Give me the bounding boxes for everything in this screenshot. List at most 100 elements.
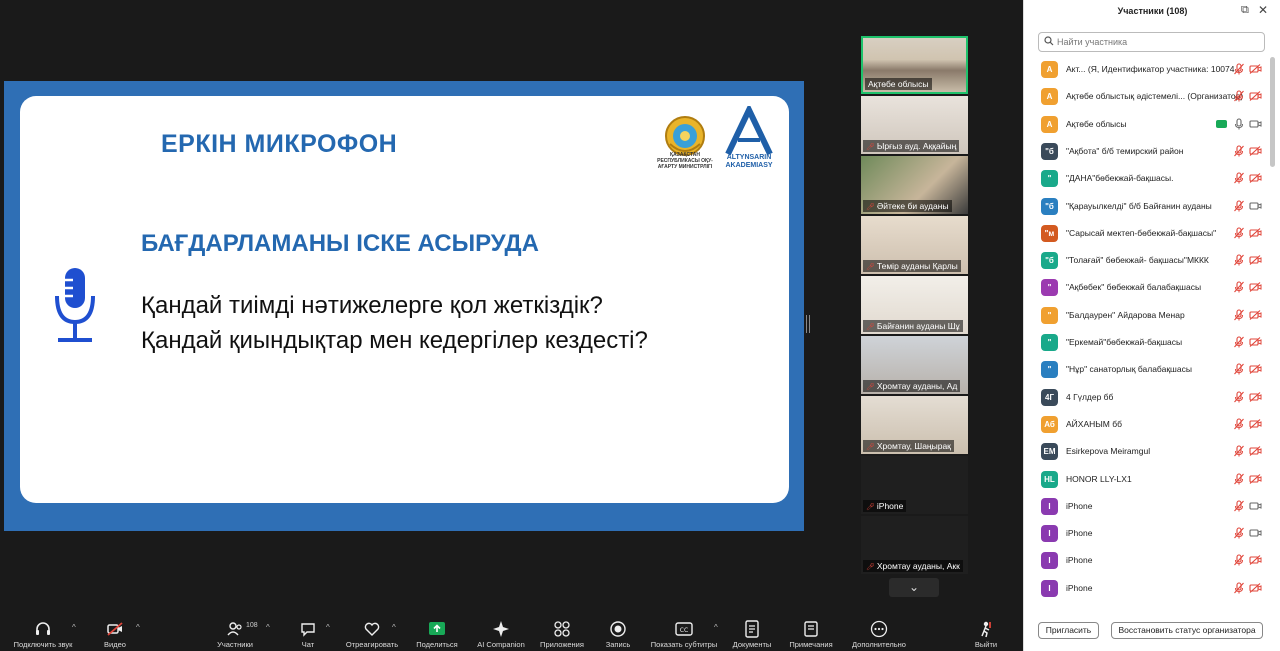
participant-row[interactable]: 4Г 4 Гүлдер бб (1024, 385, 1270, 412)
participant-row[interactable]: " "Нұр" санаторлық балабақшасы (1024, 357, 1270, 384)
participant-row[interactable]: IiPhone (1024, 494, 1270, 521)
camera-off-icon[interactable] (1249, 227, 1262, 238)
mic-muted-icon[interactable] (1233, 199, 1245, 212)
react-options-caret-icon[interactable]: ^ (392, 623, 396, 632)
close-icon[interactable]: ✕ (1258, 3, 1268, 17)
camera-off-icon[interactable] (1249, 173, 1262, 184)
participant-row[interactable]: А Акт... (Я, Идентификатор участника: 100… (1024, 57, 1270, 84)
participant-row[interactable]: IiPhone (1024, 521, 1270, 548)
camera-off-icon[interactable] (1249, 64, 1262, 74)
camera-off-icon[interactable] (1249, 282, 1262, 293)
more-button[interactable]: Дополнительно (846, 611, 912, 651)
video-tile-label: Ақтөбе облысы (868, 79, 929, 89)
record-button[interactable]: Запись (596, 611, 640, 651)
participant-row[interactable]: "б "Толағай" бөбекжай- бақшасы"МККК (1024, 248, 1270, 275)
participant-row[interactable]: "б "Ақбота" б/б темирский район (1024, 139, 1270, 166)
camera-off-icon[interactable] (1249, 337, 1262, 347)
mic-muted-icon[interactable] (1233, 445, 1245, 457)
audio-options-caret-icon[interactable]: ^ (72, 623, 76, 632)
participant-row[interactable]: " "Ақбөбек" бөбекжай балабақшасы (1024, 275, 1270, 302)
camera-off-icon[interactable] (1249, 446, 1262, 457)
react-button[interactable]: ^ Отреагировать (340, 611, 404, 651)
camera-off-icon[interactable] (1249, 391, 1262, 402)
chat-button[interactable]: ^ Чат (290, 611, 330, 651)
scroll-thumb[interactable] (1270, 57, 1275, 167)
mic-muted-icon[interactable] (1233, 363, 1245, 375)
mic-muted-icon[interactable] (1233, 554, 1245, 566)
mic-muted-icon[interactable] (1233, 527, 1245, 539)
video-tile[interactable]: Ақтөбе облысы (861, 36, 968, 94)
pop-out-icon[interactable]: ⧉ (1241, 4, 1249, 17)
camera-off-icon[interactable] (1249, 309, 1262, 320)
invite-button[interactable]: Пригласить (1038, 622, 1099, 639)
camera-off-icon[interactable] (1249, 473, 1262, 484)
strip-scroll-down-button[interactable]: ⌄ (889, 578, 939, 597)
video-tile[interactable]: 🎤︎ Әйтеке би ауданы (861, 156, 968, 214)
camera-icon[interactable] (1249, 501, 1262, 511)
video-tile[interactable]: 🎤︎ Байғанин ауданы Шұ (861, 276, 968, 334)
participant-row[interactable]: " "Балдаурен" Айдарова Менар (1024, 303, 1270, 330)
camera-icon[interactable] (1249, 528, 1262, 538)
notes-button[interactable]: Примечания (784, 611, 838, 651)
captions-button[interactable]: CC ^ Показать субтитры (646, 611, 722, 651)
chat-options-caret-icon[interactable]: ^ (326, 623, 330, 632)
mic-muted-icon[interactable] (1233, 500, 1245, 512)
mic-muted-icon[interactable] (1233, 472, 1245, 485)
apps-button[interactable]: Приложения (536, 611, 588, 651)
share-button[interactable]: Поделиться (412, 611, 462, 651)
camera-off-icon[interactable] (1249, 91, 1262, 102)
mic-muted-icon[interactable] (1233, 254, 1245, 266)
participants-button[interactable]: 108 ^ Участники (212, 611, 270, 651)
participant-row[interactable]: Аб АЙХАНЫМ бб (1024, 412, 1270, 439)
mic-muted-icon[interactable] (1233, 418, 1245, 430)
leave-button[interactable]: Выйти (966, 611, 1006, 651)
participant-list-scrollbar[interactable] (1270, 57, 1276, 607)
participant-row[interactable]: А Ақтөбе облысы (1024, 112, 1270, 139)
video-options-caret-icon[interactable]: ^ (136, 623, 140, 632)
participant-row[interactable]: "б "Қарауылкелді" б/б Байғанин ауданы (1024, 194, 1270, 221)
video-tile[interactable]: 🎤︎ Хромтау ауданы, Акк (861, 516, 968, 574)
video-label: Видео (104, 640, 126, 649)
mic-muted-icon[interactable] (1233, 172, 1245, 184)
restore-host-button[interactable]: Восстановить статус организатора (1111, 622, 1263, 639)
mic-muted-icon[interactable] (1233, 145, 1245, 157)
video-tile[interactable]: 🎤︎ Хромтау, Шаңырақ (861, 396, 968, 454)
video-tile[interactable]: 🎤︎ Темір ауданы Қарлы (861, 216, 968, 274)
ai-companion-button[interactable]: AI Companion (470, 611, 532, 651)
mic-muted-icon[interactable] (1233, 281, 1245, 293)
mic-muted-icon[interactable] (1233, 63, 1245, 75)
documents-button[interactable]: Документы (728, 611, 776, 651)
camera-off-icon[interactable] (1249, 555, 1262, 566)
mic-muted-icon[interactable] (1233, 227, 1245, 239)
camera-off-icon[interactable] (1249, 418, 1262, 429)
captions-options-caret-icon[interactable]: ^ (714, 623, 718, 632)
mic-muted-icon[interactable] (1233, 90, 1245, 102)
mic-muted-icon[interactable] (1233, 582, 1245, 594)
camera-icon[interactable] (1249, 119, 1262, 129)
participant-row[interactable]: ЕМ Esirkepova Meiramgul (1024, 439, 1270, 466)
video-tile[interactable]: 🎤︎ Хромтау ауданы, Ад (861, 336, 968, 394)
participant-row[interactable]: HL HONOR LLY-LX1 (1024, 467, 1270, 494)
participant-row[interactable]: " "Еркемай"бөбекжай-бақшасы (1024, 330, 1270, 357)
panel-resize-handle[interactable] (806, 315, 810, 333)
mic-icon[interactable] (1233, 118, 1245, 130)
participant-row[interactable]: IiPhone (1024, 576, 1270, 603)
mic-muted-icon[interactable] (1233, 391, 1245, 403)
mic-muted-icon[interactable] (1233, 336, 1245, 348)
camera-off-icon[interactable] (1249, 364, 1262, 375)
video-tile[interactable]: 🎤︎ iPhone (861, 456, 968, 514)
join-audio-button[interactable]: ^ Подключить звук (4, 611, 82, 651)
participant-row[interactable]: "м "Сарысай мектеп-бөбекжай-бақшасы" (1024, 221, 1270, 248)
camera-off-icon[interactable] (1249, 145, 1262, 156)
participant-row[interactable]: " "ДАНА"бөбекжай-бақшасы. (1024, 166, 1270, 193)
camera-icon[interactable] (1249, 201, 1262, 211)
camera-off-icon[interactable] (1249, 582, 1262, 593)
participant-row[interactable]: А Ақтөбе облыстық әдістемелі... (Организа… (1024, 84, 1270, 111)
camera-off-icon[interactable] (1249, 255, 1262, 266)
participant-row[interactable]: IiPhone (1024, 548, 1270, 575)
participants-options-caret-icon[interactable]: ^ (266, 623, 270, 632)
search-input[interactable]: Найти участника (1038, 32, 1265, 52)
video-tile[interactable]: 🎤︎ Ырғыз ауд. Аққайың (861, 96, 968, 154)
mic-muted-icon[interactable] (1233, 309, 1245, 321)
video-button[interactable]: ^ Видео (92, 611, 140, 651)
